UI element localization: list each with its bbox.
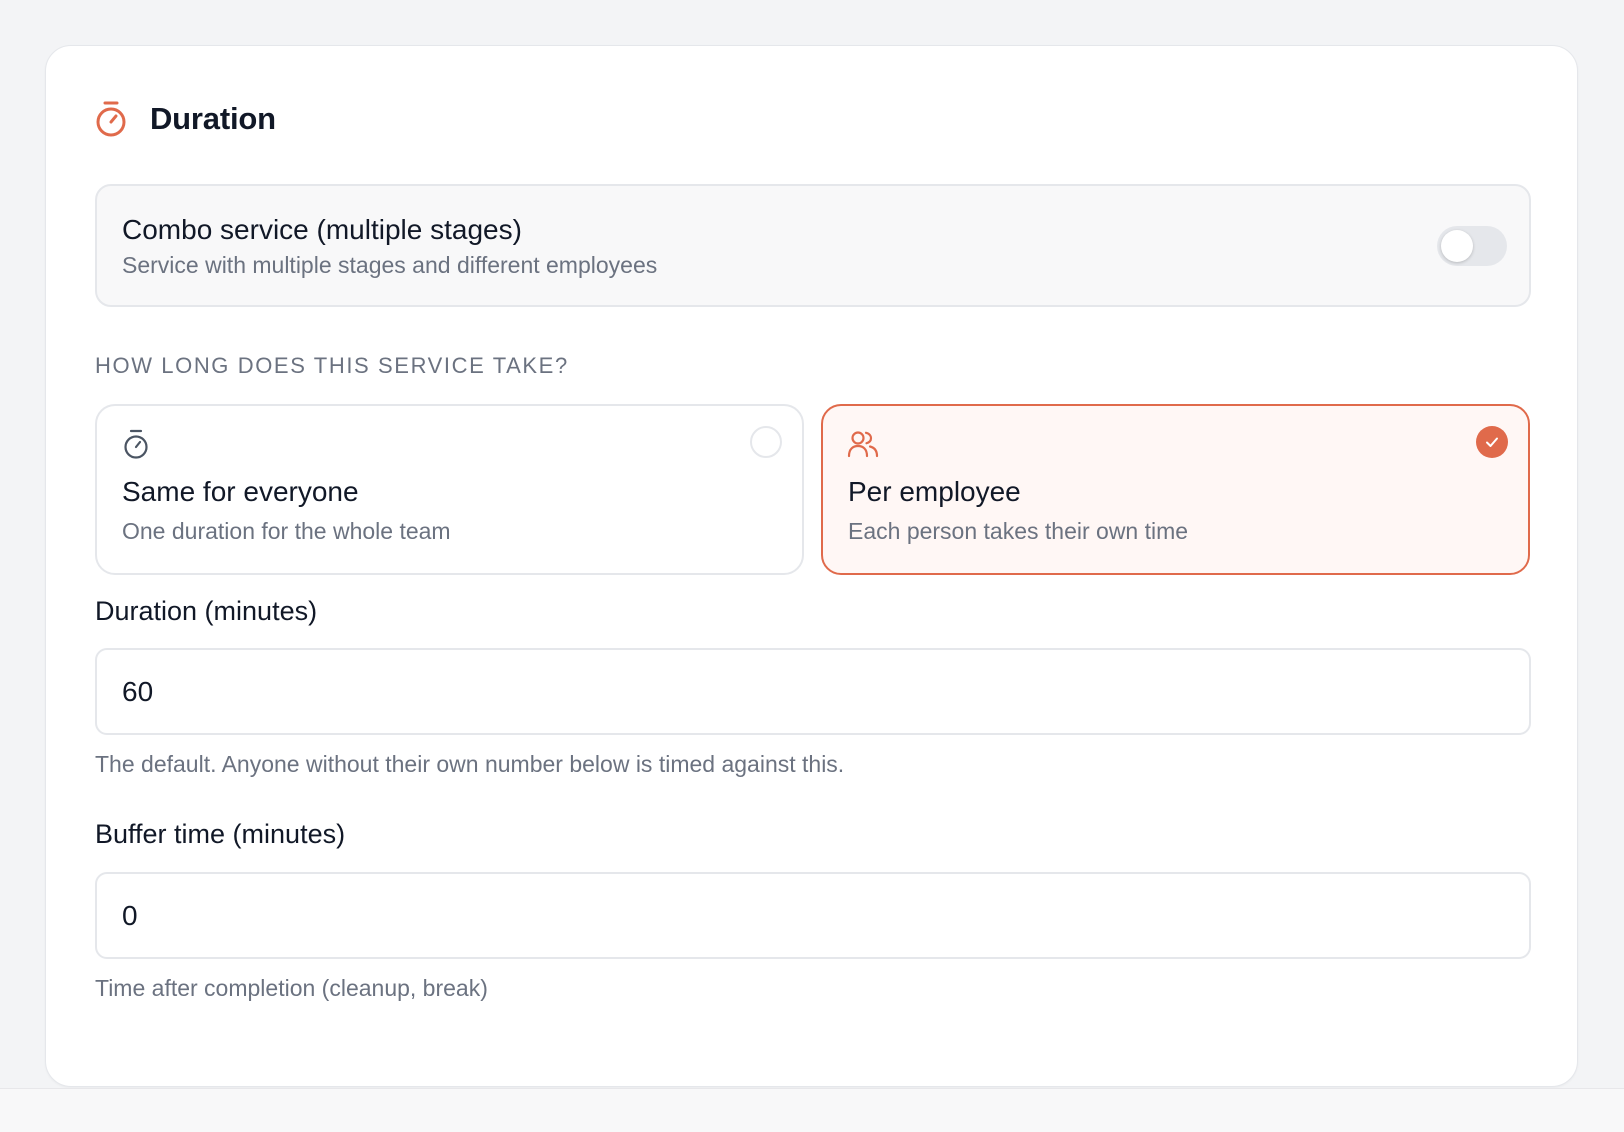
buffer-input[interactable] (95, 872, 1531, 959)
buffer-help: Time after completion (cleanup, break) (95, 975, 488, 1001)
option-subtitle: One duration for the whole team (122, 518, 451, 544)
duration-card: Duration Combo service (multiple stages)… (45, 45, 1578, 1087)
option-per-employee[interactable]: Per employee Each person takes their own… (821, 404, 1530, 575)
option-subtitle: Each person takes their own time (848, 518, 1189, 544)
page-bottom-strip (0, 1088, 1624, 1132)
stopwatch-icon (121, 428, 153, 462)
option-title: Same for everyone (122, 476, 359, 507)
radio-unchecked[interactable] (750, 426, 782, 458)
toggle-knob (1441, 230, 1473, 262)
combo-service-title: Combo service (multiple stages) (122, 214, 522, 245)
users-icon (847, 428, 879, 462)
page-top-strip (0, 0, 1624, 4)
section-title: Duration (150, 101, 276, 136)
duration-mode-label: HOW LONG DOES THIS SERVICE TAKE? (95, 353, 569, 378)
radio-checked[interactable] (1476, 426, 1508, 458)
option-title: Per employee (848, 476, 1021, 507)
stopwatch-icon (94, 99, 130, 139)
combo-service-toggle[interactable] (1437, 226, 1507, 266)
option-same-for-everyone[interactable]: Same for everyone One duration for the w… (95, 404, 804, 575)
combo-service-subtitle: Service with multiple stages and differe… (122, 252, 658, 278)
section-header: Duration (94, 96, 276, 142)
duration-help: The default. Anyone without their own nu… (95, 751, 845, 777)
duration-input[interactable] (95, 648, 1531, 735)
duration-label: Duration (minutes) (95, 596, 318, 626)
buffer-label: Buffer time (minutes) (95, 819, 346, 849)
combo-service-row: Combo service (multiple stages) Service … (95, 184, 1531, 307)
check-icon (1486, 437, 1498, 447)
